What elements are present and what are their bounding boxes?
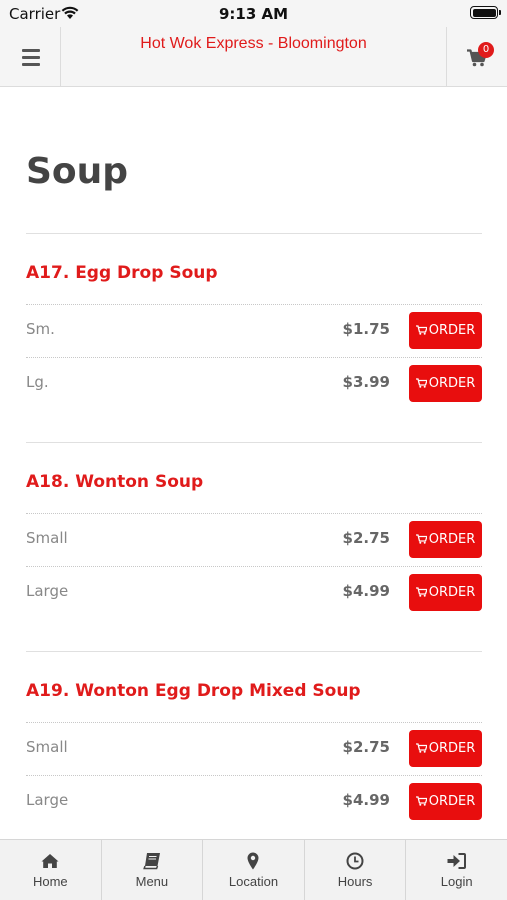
option-label: Lg. [26, 373, 49, 391]
sign-in-icon [447, 853, 467, 869]
option-row: Sm. $1.75 ORDER [26, 304, 482, 357]
order-button[interactable]: ORDER [409, 783, 482, 820]
menu-content: Soup A17. Egg Drop Soup Sm. $1.75 ORDER … [26, 87, 482, 828]
tab-label: Hours [337, 874, 373, 889]
option-label: Sm. [26, 320, 55, 338]
hamburger-icon-bar [22, 56, 40, 59]
page-title: Soup [26, 151, 129, 192]
option-price: $4.99 [342, 791, 390, 809]
order-button[interactable]: ORDER [409, 312, 482, 349]
hamburger-icon [22, 49, 40, 52]
order-button-label: ORDER [428, 376, 476, 391]
order-button[interactable]: ORDER [409, 365, 482, 402]
order-button-label: ORDER [428, 532, 476, 547]
option-row: Small $2.75 ORDER [26, 722, 482, 775]
menu-item-name: A17. Egg Drop Soup [26, 263, 218, 283]
option-row: Lg. $3.99 ORDER [26, 357, 482, 410]
tab-menu[interactable]: Menu [102, 840, 204, 900]
cart-icon [415, 325, 427, 335]
hamburger-menu-button[interactable] [0, 27, 61, 86]
menu-item-name: A19. Wonton Egg Drop Mixed Soup [26, 681, 361, 701]
cart-button[interactable]: 0 [446, 27, 507, 86]
hamburger-icon-bar [22, 63, 40, 66]
status-time: 9:13 AM [218, 5, 289, 23]
tab-hours[interactable]: Hours [305, 840, 407, 900]
bottom-tab-bar: Home Menu Location Hours Login [0, 839, 507, 900]
order-button[interactable]: ORDER [409, 730, 482, 767]
app-header: Hot Wok Express - Bloomington 0 [0, 27, 507, 87]
option-label: Small [26, 529, 68, 547]
tab-label: Login [440, 874, 473, 889]
tab-label: Home [32, 874, 68, 889]
home-icon [41, 854, 59, 868]
tab-location[interactable]: Location [203, 840, 305, 900]
restaurant-title: Hot Wok Express - Bloomington [140, 35, 367, 52]
order-button-label: ORDER [428, 323, 476, 338]
option-row: Large $4.99 ORDER [26, 566, 482, 619]
cart-icon [415, 587, 427, 597]
option-price: $4.99 [342, 582, 390, 600]
option-price: $2.75 [342, 529, 390, 547]
option-label: Large [26, 582, 69, 600]
option-price: $3.99 [342, 373, 390, 391]
clock-icon [346, 852, 364, 870]
map-marker-icon [247, 852, 259, 870]
tab-label: Menu [135, 874, 169, 889]
book-icon [143, 853, 160, 870]
order-button-label: ORDER [428, 794, 476, 809]
tab-login[interactable]: Login [406, 840, 507, 900]
option-row: Large $4.99 ORDER [26, 775, 482, 828]
cart-icon [415, 378, 427, 388]
menu-item-name: A18. Wonton Soup [26, 472, 204, 492]
cart-icon [415, 796, 427, 806]
order-button[interactable]: ORDER [409, 574, 482, 611]
option-label: Small [26, 738, 68, 756]
option-row: Small $2.75 ORDER [26, 513, 482, 566]
cart-icon [415, 534, 427, 544]
menu-item-section: A18. Wonton Soup Small $2.75 ORDER Large… [26, 442, 482, 619]
option-price: $2.75 [342, 738, 390, 756]
option-label: Large [26, 791, 69, 809]
order-button-label: ORDER [428, 585, 476, 600]
tab-label: Location [228, 874, 279, 889]
menu-item-section: A17. Egg Drop Soup Sm. $1.75 ORDER Lg. $… [26, 233, 482, 410]
menu-item-section: A19. Wonton Egg Drop Mixed Soup Small $2… [26, 651, 482, 828]
tab-home[interactable]: Home [0, 840, 102, 900]
order-button-label: ORDER [428, 741, 476, 756]
cart-count-badge: 0 [478, 42, 494, 58]
option-price: $1.75 [342, 320, 390, 338]
order-button[interactable]: ORDER [409, 521, 482, 558]
battery-icon [470, 6, 501, 19]
status-bar: Carrier 9:13 AM [0, 0, 507, 27]
cart-icon [415, 743, 427, 753]
